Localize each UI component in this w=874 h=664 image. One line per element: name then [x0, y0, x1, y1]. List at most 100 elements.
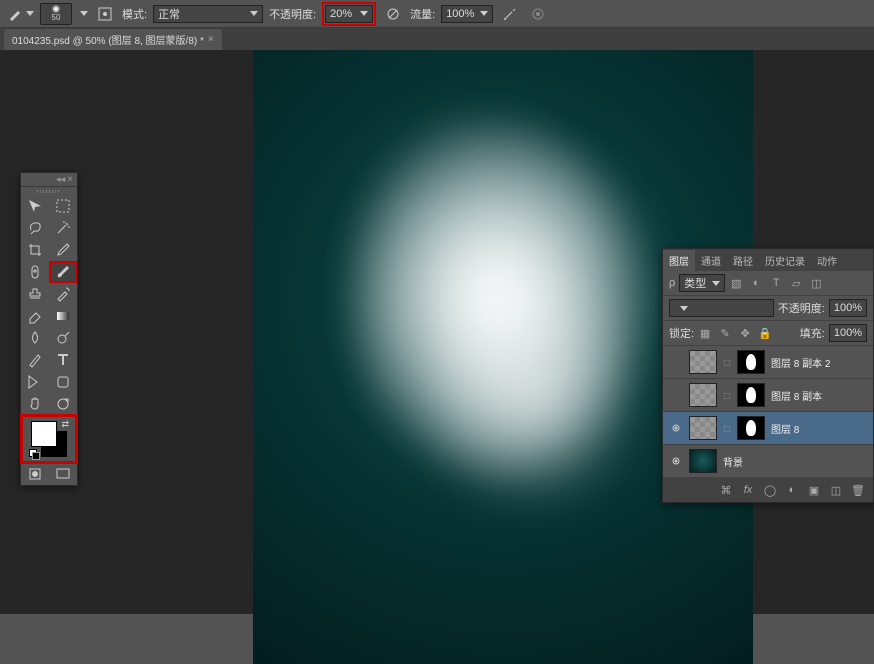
fx-icon[interactable]: fx — [741, 483, 755, 497]
tool-eraser[interactable] — [21, 305, 49, 327]
link-icon[interactable]: ⬚ — [723, 383, 731, 407]
panel-tab-3[interactable]: 历史记录 — [759, 250, 811, 271]
layer-opacity-value: 100% — [834, 302, 862, 314]
fill-value: 100% — [834, 327, 862, 339]
link-layers-icon[interactable]: ⌘ — [719, 483, 733, 497]
layer-thumb[interactable] — [689, 416, 717, 440]
tool-pen[interactable] — [21, 349, 49, 371]
visibility-toggle[interactable] — [669, 454, 683, 468]
lock-pixel-icon[interactable]: ✎ — [718, 326, 732, 340]
close-icon[interactable]: × — [67, 174, 73, 185]
link-icon[interactable]: ⬚ — [723, 350, 731, 374]
tool-brush[interactable] — [49, 261, 77, 283]
mask-icon[interactable]: ◯ — [763, 483, 777, 497]
lock-fill-row: 锁定: ▦ ✎ ✥ 🔒 填充: 100% — [663, 321, 873, 346]
filter-pixel-icon[interactable]: ▧ — [729, 276, 743, 290]
tool-move[interactable] — [21, 195, 49, 217]
tool-screen[interactable] — [49, 463, 77, 485]
default-colors-icon[interactable] — [29, 449, 39, 459]
close-icon[interactable]: × — [208, 34, 214, 45]
tool-crop[interactable] — [21, 239, 49, 261]
tool-blur[interactable] — [21, 327, 49, 349]
layer-name[interactable]: 图层 8 副本 2 — [771, 355, 830, 370]
caret-down-icon[interactable] — [80, 11, 88, 16]
blend-mode-select[interactable]: 正常 — [153, 5, 263, 23]
layer-filter-row: ρ 类型 ▧ ◐ T ▱ ◫ — [663, 271, 873, 296]
tool-marquee[interactable] — [49, 195, 77, 217]
panel-tab-2[interactable]: 路径 — [727, 250, 759, 271]
panel-tab-1[interactable]: 通道 — [695, 250, 727, 271]
filter-adjust-icon[interactable]: ◐ — [749, 276, 763, 290]
brush-preview[interactable]: 50 — [40, 3, 72, 25]
flow-input[interactable]: 100% — [441, 5, 493, 23]
layer-blend-select[interactable] — [669, 299, 774, 317]
panel-header[interactable]: ◂◂ × — [21, 173, 77, 187]
filter-shape-icon[interactable]: ▱ — [789, 276, 803, 290]
adjustment-icon[interactable]: ◐ — [785, 483, 799, 497]
layer-row[interactable]: 背景 — [663, 445, 873, 478]
tool-type[interactable] — [49, 349, 77, 371]
lock-all-icon[interactable]: 🔒 — [758, 326, 772, 340]
tool-gradient[interactable] — [49, 305, 77, 327]
tool-lasso[interactable] — [21, 217, 49, 239]
visibility-toggle[interactable] — [669, 421, 683, 435]
visibility-toggle[interactable] — [669, 355, 683, 369]
collapse-icon[interactable]: ◂◂ — [56, 174, 65, 185]
tool-hand[interactable] — [21, 393, 49, 415]
filter-smart-icon[interactable]: ◫ — [809, 276, 823, 290]
lock-trans-icon[interactable]: ▦ — [698, 326, 712, 340]
lock-pos-icon[interactable]: ✥ — [738, 326, 752, 340]
tool-eyedrop[interactable] — [49, 239, 77, 261]
tool-path[interactable] — [21, 371, 49, 393]
color-swatches[interactable]: ⇄ — [21, 415, 77, 463]
tool-wand[interactable] — [49, 217, 77, 239]
blend-opacity-row: 不透明度: 100% — [663, 296, 873, 321]
mask-thumb[interactable] — [737, 416, 765, 440]
layer-name[interactable]: 图层 8 副本 — [771, 388, 822, 403]
tool-rotate[interactable] — [49, 393, 77, 415]
new-layer-icon[interactable]: ◫ — [829, 483, 843, 497]
tool-shape[interactable] — [49, 371, 77, 393]
tool-quickmask[interactable] — [21, 463, 49, 485]
layer-row[interactable]: ⬚ 图层 8 — [663, 412, 873, 445]
opacity-input[interactable]: 20% — [325, 5, 373, 23]
layer-thumb[interactable] — [689, 383, 717, 407]
layer-thumb[interactable] — [689, 449, 717, 473]
mode-label: 模式: — [122, 6, 147, 22]
layer-row[interactable]: ⬚ 图层 8 副本 2 — [663, 346, 873, 379]
fill-input[interactable]: 100% — [829, 324, 867, 342]
layer-name[interactable]: 背景 — [723, 454, 743, 469]
filter-type-icon[interactable]: T — [769, 276, 783, 290]
mask-thumb[interactable] — [737, 350, 765, 374]
panel-tabs: 图层通道路径历史记录动作 — [663, 249, 873, 271]
tool-history[interactable] — [49, 283, 77, 305]
caret-down-icon — [26, 11, 34, 16]
panel-tab-0[interactable]: 图层 — [663, 250, 695, 271]
airbrush-toggle[interactable] — [499, 3, 521, 25]
layer-thumb[interactable] — [689, 350, 717, 374]
group-icon[interactable]: ▣ — [807, 483, 821, 497]
tool-panel: ◂◂ × ⇄ — [20, 172, 78, 486]
layer-name[interactable]: 图层 8 — [771, 421, 799, 436]
pressure-size-toggle[interactable] — [527, 3, 549, 25]
tool-stamp[interactable] — [21, 283, 49, 305]
tool-heal[interactable] — [21, 261, 49, 283]
swap-colors-icon[interactable]: ⇄ — [61, 419, 69, 430]
tool-dodge[interactable] — [49, 327, 77, 349]
pressure-opacity-toggle[interactable] — [382, 3, 404, 25]
trash-icon[interactable]: 🗑 — [851, 483, 865, 497]
visibility-toggle[interactable] — [669, 388, 683, 402]
foreground-color[interactable] — [31, 421, 57, 447]
panel-grip[interactable] — [21, 187, 77, 195]
layer-opacity-input[interactable]: 100% — [829, 299, 867, 317]
mask-thumb[interactable] — [737, 383, 765, 407]
document-tab-bar: 0104235.psd @ 50% (图层 8, 图层蒙版/8) * × — [0, 28, 874, 50]
layer-row[interactable]: ⬚ 图层 8 副本 — [663, 379, 873, 412]
panel-tab-4[interactable]: 动作 — [811, 250, 843, 271]
document-title: 0104235.psd @ 50% (图层 8, 图层蒙版/8) * — [12, 32, 204, 47]
tool-preset-button[interactable] — [8, 7, 34, 21]
link-icon[interactable]: ⬚ — [723, 416, 731, 440]
filter-type-select[interactable]: 类型 — [679, 274, 725, 292]
brush-panel-toggle[interactable] — [94, 3, 116, 25]
document-tab[interactable]: 0104235.psd @ 50% (图层 8, 图层蒙版/8) * × — [4, 29, 222, 50]
